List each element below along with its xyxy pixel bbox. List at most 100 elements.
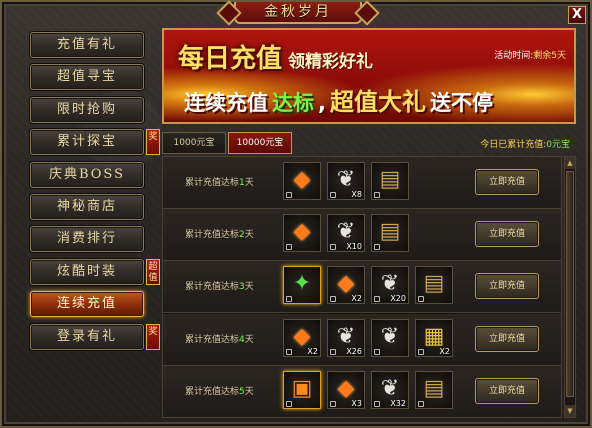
close-button[interactable]: X	[568, 6, 586, 24]
reward-item-slot[interactable]: ❦ X8	[327, 162, 365, 200]
banner-text-b: 达标	[272, 91, 314, 115]
reward-item-slot[interactable]: ❦ X26	[327, 318, 365, 357]
item-quantity: X26	[346, 346, 362, 356]
sidebar-item[interactable]: 消费排行	[30, 226, 144, 253]
reward-label-prefix: 累计充值达标	[185, 178, 240, 188]
reward-item-slot[interactable]: ✦	[283, 266, 321, 305]
reward-item-slot[interactable]: ◆ X2	[283, 318, 321, 357]
reward-item-slot[interactable]: ▤	[371, 162, 409, 200]
lock-icon	[330, 192, 336, 198]
reward-item-slot[interactable]: ▤	[415, 370, 453, 409]
lock-icon	[374, 192, 380, 198]
lock-icon	[418, 400, 424, 407]
sidebar-item[interactable]: 充值有礼	[30, 32, 144, 58]
lock-icon	[330, 296, 336, 303]
reward-item-slot[interactable]: ▦ X2	[415, 318, 453, 357]
scroll-icon: ▤	[423, 271, 445, 297]
recharge-now-button[interactable]: 立即充值	[475, 169, 539, 195]
reward-item-slot[interactable]: ❦ X10	[327, 214, 365, 253]
banner-subline: 连续充值 达标, 超值大礼 送不停	[184, 88, 493, 116]
reward-item-slot[interactable]: ◆ X3	[327, 370, 365, 409]
sidebar-item[interactable]: 累计探宝	[30, 129, 144, 156]
item-quantity: X2	[307, 346, 318, 356]
scroll-up-arrow-icon[interactable]: ▲	[565, 157, 575, 169]
sidebar-badge: 超值	[146, 258, 160, 285]
tab-row: 今日已累计充值:0元宝 1000元宝 10000元宝	[162, 132, 576, 154]
scrollbar[interactable]: ▲ ▼	[564, 156, 576, 418]
sidebar-item[interactable]: 登录有礼	[30, 323, 144, 350]
reward-item-slot[interactable]: ▤	[371, 214, 409, 253]
reward-item-slot[interactable]: ❦	[371, 318, 409, 357]
item-quantity: X2	[439, 346, 450, 356]
reward-label-suffix: 天	[244, 386, 254, 397]
lock-icon	[418, 296, 424, 303]
daily-total-label: 今日已累计充值:	[480, 140, 547, 150]
sidebar-item[interactable]: 神秘商店	[30, 194, 144, 220]
reward-item-slot[interactable]: ❦ X20	[371, 266, 409, 305]
daily-total-value: 0元宝	[546, 140, 570, 150]
reward-label-suffix: 天	[244, 230, 254, 241]
banner-text-d: 送不停	[429, 91, 493, 115]
reward-label: 累计充值达标5天	[185, 384, 254, 397]
reward-label-suffix: 天	[244, 334, 254, 345]
reward-row: 累计充值达标5天 ▣ ◆ X3 ❦ X32 ▤ 立即充值	[163, 365, 561, 418]
sidebar-item[interactable]: 炫酷时装	[30, 258, 144, 285]
lock-icon	[374, 348, 380, 355]
reward-label-prefix: 累计充值达标	[185, 386, 240, 397]
lock-icon	[374, 296, 380, 303]
sidebar-badge: 奖	[146, 129, 160, 156]
event-time: 活动时间:剩余5天	[494, 48, 566, 61]
recharge-now-button[interactable]: 立即充值	[475, 325, 539, 352]
sidebar-item[interactable]: 超值寻宝	[30, 64, 144, 91]
reward-row: 累计充值达标3天 ✦ ◆ X2 ❦ X20 ▤ 立即充值	[163, 261, 561, 314]
sidebar-item[interactable]: 庆典BOSS	[30, 161, 144, 188]
reward-item-slot[interactable]: ◆	[283, 214, 321, 253]
reward-item-slot[interactable]: ❦ X32	[371, 370, 409, 409]
ore-icon: ◆	[293, 167, 311, 192]
scroll-icon: ▤	[379, 219, 401, 245]
item-quantity: X2	[351, 294, 362, 304]
reward-label-suffix: 天	[244, 282, 254, 293]
item-quantity: X8	[351, 190, 362, 199]
sidebar: 充值有礼 超值寻宝 限时抢购 累计探宝奖庆典BOSS 神秘商店 消费排行 炫酷时装 超值 连续充…	[20, 26, 160, 414]
scroll-icon: ▤	[379, 167, 401, 192]
lock-icon	[286, 400, 292, 407]
reward-item-slot[interactable]: ◆	[283, 162, 321, 200]
lock-icon	[330, 244, 336, 251]
event-window: 金秋岁月 X 充值有礼 超值寻宝 限时抢购 累计探宝奖庆典BOSS 神秘商店 消费排行 炫酷…	[0, 0, 592, 428]
lock-icon	[330, 400, 336, 407]
sidebar-badge: 奖	[146, 323, 160, 350]
reward-label: 累计充值达标2天	[185, 227, 254, 240]
tab-option[interactable]: 1000元宝	[162, 132, 226, 154]
reward-item-slot[interactable]: ◆ X2	[327, 266, 365, 305]
item-quantity: X32	[390, 398, 406, 408]
recharge-now-button[interactable]: 立即充值	[475, 273, 539, 300]
ore-icon: ◆	[293, 219, 311, 245]
window-title: 金秋岁月	[234, 2, 362, 24]
banner-headline: 每日充值 领精彩好礼	[178, 38, 373, 75]
event-time-label: 活动时间:	[494, 51, 534, 61]
lock-icon	[374, 400, 380, 407]
event-time-value: 剩余5天	[533, 51, 566, 61]
daily-total: 今日已累计充值:0元宝	[480, 137, 570, 150]
reward-label-prefix: 累计充值达标	[185, 230, 240, 241]
scroll-down-arrow-icon[interactable]: ▼	[565, 405, 575, 417]
reward-item-slot[interactable]: ▤	[415, 266, 453, 305]
banner-small-text: 领精彩好礼	[288, 52, 374, 72]
recharge-now-button[interactable]: 立即充值	[475, 221, 539, 248]
lock-icon	[418, 348, 424, 355]
reward-label-prefix: 累计充值达标	[185, 282, 240, 293]
reward-label-prefix: 累计充值达标	[185, 334, 240, 345]
gem-icon: ✦	[292, 271, 312, 297]
scroll-thumb[interactable]	[566, 171, 574, 397]
reward-row: 累计充值达标1天 ◆ ❦ X8 ▤ 立即充值	[163, 157, 561, 209]
tab-selected[interactable]: 10000元宝	[228, 132, 292, 154]
promo-banner: 每日充值 领精彩好礼 连续充值 达标, 超值大礼 送不停 活动时间:剩余5天	[162, 28, 576, 124]
banner-text-a: 连续充值	[184, 91, 268, 115]
banner-big-text: 每日充值	[178, 44, 283, 74]
sidebar-item[interactable]: 连续充值	[30, 291, 144, 318]
sidebar-item[interactable]: 限时抢购	[30, 96, 144, 123]
reward-label: 累计充值达标1天	[185, 175, 254, 188]
reward-item-slot[interactable]: ▣	[283, 370, 321, 409]
recharge-now-button[interactable]: 立即充值	[475, 377, 539, 404]
